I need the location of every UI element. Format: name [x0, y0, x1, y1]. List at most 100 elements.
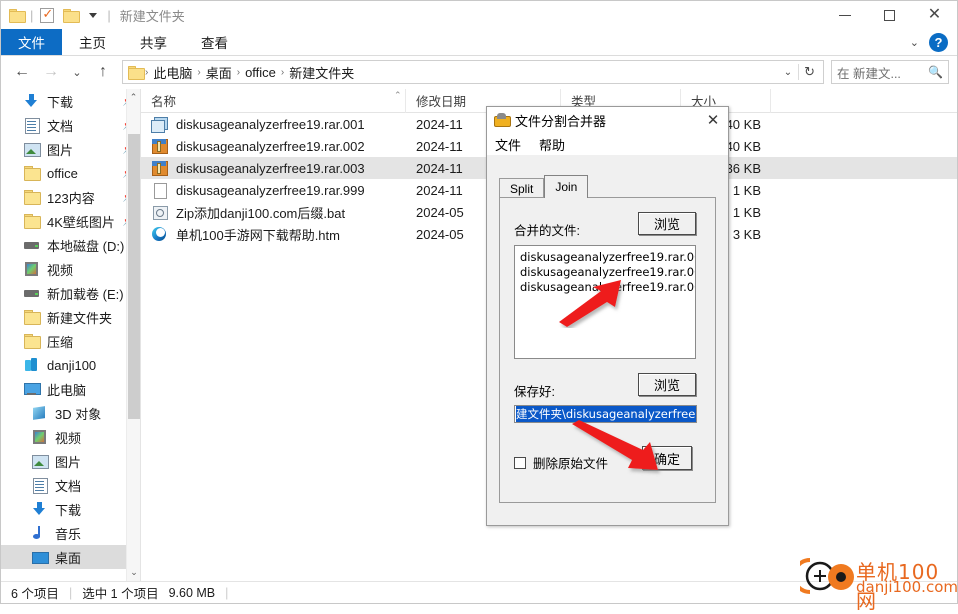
breadcrumb-item-1[interactable]: 桌面: [202, 63, 236, 82]
browse-files-button[interactable]: 浏览: [638, 212, 696, 235]
sidebar-item-label: 123内容: [47, 190, 95, 206]
breadcrumb[interactable]: › 此电脑 › 桌面 › office › 新建文件夹 ⌄ ↻: [122, 60, 824, 84]
video-icon: [31, 429, 48, 445]
menu-file[interactable]: 文件: [495, 135, 521, 154]
back-button[interactable]: ←: [9, 59, 35, 85]
browse-save-button[interactable]: 浏览: [638, 373, 696, 396]
file-name: 单机100手游网下载帮助.htm: [176, 227, 340, 243]
address-bar-row: ← → ⌄ ↑ › 此电脑 › 桌面 › office › 新建文件夹 ⌄ ↻ …: [1, 56, 957, 88]
tab-share[interactable]: 共享: [123, 29, 184, 55]
sidebar-item-11[interactable]: danji100: [1, 353, 140, 377]
refresh-icon[interactable]: ↻: [798, 64, 820, 80]
list-item[interactable]: diskusageanalyzerfree19.rar.002: [520, 265, 695, 280]
forward-button[interactable]: →: [38, 59, 64, 85]
sidebar-item-7[interactable]: 视频: [1, 257, 140, 281]
folder-icon[interactable]: [7, 6, 26, 24]
sidebar-item-2[interactable]: 图片📌: [1, 137, 140, 161]
scroll-down-icon[interactable]: ⌄: [127, 564, 140, 581]
sidebar-item-15[interactable]: 图片: [1, 449, 140, 473]
column-header-name[interactable]: 名称: [141, 88, 406, 113]
sidebar-item-18[interactable]: 音乐: [1, 521, 140, 545]
chevron-down-icon[interactable]: ⌄: [910, 36, 919, 49]
tab-home[interactable]: 主页: [62, 29, 123, 55]
tab-join[interactable]: Join: [544, 175, 589, 198]
sidebar-item-4[interactable]: 123内容📌: [1, 185, 140, 209]
tab-file[interactable]: 文件: [1, 29, 62, 55]
file-name: diskusageanalyzerfree19.rar.999: [176, 182, 365, 198]
file-splitter-dialog: 文件分割合并器 ✕ 文件 帮助 Split Join 合并的文件: 浏览 dis…: [486, 106, 729, 526]
up-button[interactable]: ↑: [90, 59, 116, 85]
scroll-up-icon[interactable]: ⌃: [127, 89, 140, 106]
breadcrumb-item-0[interactable]: 此电脑: [149, 63, 196, 82]
list-item[interactable]: diskusageanalyzerfree19.rar.001: [520, 250, 695, 265]
quick-access-toolbar: | |: [7, 6, 111, 24]
file-explorer-window: | | 新建文件夹 ✕ 文件 主页 共享 查看 ⌄ ? ← → ⌄ ↑ ›: [0, 0, 958, 604]
checkbox-icon[interactable]: [514, 456, 526, 469]
folder-icon: [126, 63, 145, 81]
archive-part-icon: [151, 138, 168, 154]
sidebar-item-label: 视频: [55, 430, 82, 446]
sidebar-scrollbar[interactable]: ⌃ ⌄: [126, 89, 140, 581]
video-icon: [23, 261, 40, 277]
drive-icon: [23, 285, 40, 301]
recent-locations-button[interactable]: ⌄: [67, 59, 87, 85]
delete-originals-checkbox[interactable]: 删除原始文件: [514, 453, 608, 472]
list-item[interactable]: diskusageanalyzerfree19.rar.003: [520, 280, 695, 295]
dialog-title: 文件分割合并器: [515, 113, 607, 129]
sidebar-item-13[interactable]: 3D 对象: [1, 401, 140, 425]
ok-button[interactable]: 确定: [642, 446, 692, 470]
sidebar-item-16[interactable]: 文档: [1, 473, 140, 497]
cell-name: Zip添加danji100.com后缀.bat: [141, 203, 406, 222]
tab-view[interactable]: 查看: [184, 29, 245, 55]
menu-help[interactable]: 帮助: [539, 135, 565, 154]
file-list-box[interactable]: diskusageanalyzerfree19.rar.001 diskusag…: [514, 245, 696, 359]
dialog-title-bar: 文件分割合并器 ✕: [487, 107, 728, 133]
sidebar-item-10[interactable]: 压缩: [1, 329, 140, 353]
sidebar-item-label: 新建文件夹: [47, 310, 113, 326]
status-selection: 选中 1 个项目: [82, 587, 159, 601]
status-item-count: 6 个项目: [11, 587, 59, 601]
folder-icon: [23, 213, 41, 229]
sidebar-item-8[interactable]: 新加载卷 (E:): [1, 281, 140, 305]
file-name: diskusageanalyzerfree19.rar.002: [176, 138, 365, 154]
sort-indicator-icon: ⌃: [394, 90, 402, 100]
checkbox-icon[interactable]: [38, 6, 56, 24]
help-icon[interactable]: ?: [929, 32, 948, 52]
status-divider: |: [68, 585, 73, 600]
sidebar-item-label: 新加载卷 (E:): [47, 286, 124, 302]
sidebar-item-6[interactable]: 本地磁盘 (D:)📌: [1, 233, 140, 257]
sidebar-item-3[interactable]: office📌: [1, 161, 140, 185]
save-path-input[interactable]: 建文件夹\diskusageanalyzerfree19.rar: [514, 405, 697, 423]
cell-name: diskusageanalyzerfree19.rar.001: [141, 116, 406, 133]
maximize-button[interactable]: [867, 1, 912, 29]
blank-file-icon: [151, 182, 168, 199]
breadcrumb-item-3[interactable]: 新建文件夹: [285, 63, 358, 82]
close-button[interactable]: ✕: [912, 1, 957, 29]
sidebar-item-12[interactable]: 此电脑: [1, 377, 140, 401]
scrollbar-thumb[interactable]: [128, 134, 140, 419]
sidebar-item-label: 文档: [55, 478, 82, 494]
dialog-close-button[interactable]: ✕: [698, 107, 728, 133]
sidebar-item-5[interactable]: 4K壁纸图片 📌: [1, 209, 140, 233]
drive-icon: [23, 237, 40, 253]
sidebar-item-14[interactable]: 视频: [1, 425, 140, 449]
ribbon-right-controls: ⌄ ?: [910, 29, 957, 55]
ribbon-tabs: 文件 主页 共享 查看 ⌄ ?: [1, 29, 957, 56]
tab-split[interactable]: Split: [499, 178, 545, 198]
sidebar-item-label: 文档: [47, 118, 74, 134]
folder-icon: [23, 165, 41, 181]
sidebar-item-label: 4K壁纸图片: [47, 214, 115, 230]
chevron-down-icon[interactable]: [84, 6, 102, 24]
new-folder-icon[interactable]: [61, 6, 80, 24]
breadcrumb-item-2[interactable]: office: [241, 65, 280, 80]
minimize-button[interactable]: [822, 1, 867, 29]
search-input[interactable]: 在 新建文... 🔍: [831, 60, 949, 84]
dialog-body: Split Join 合并的文件: 浏览 diskusageanalyzerfr…: [487, 155, 728, 525]
sidebar-item-19[interactable]: 桌面: [1, 545, 140, 569]
address-dropdown-icon[interactable]: ⌄: [778, 67, 798, 78]
sidebar-item-9[interactable]: 新建文件夹: [1, 305, 140, 329]
sidebar-item-1[interactable]: 文档📌: [1, 113, 140, 137]
search-icon[interactable]: 🔍: [928, 65, 943, 79]
sidebar-item-0[interactable]: 下载📌: [1, 89, 140, 113]
sidebar-item-17[interactable]: 下载: [1, 497, 140, 521]
